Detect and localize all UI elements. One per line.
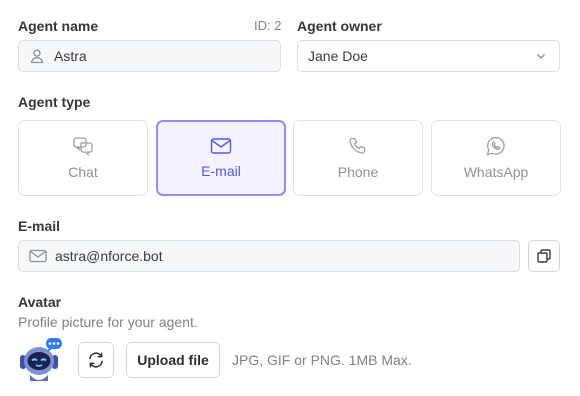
phone-icon [347,136,369,156]
agent-owner-select[interactable]: Jane Doe [297,40,560,72]
agent-owner-value: Jane Doe [308,48,368,64]
agent-type-phone[interactable]: Phone [293,120,423,196]
avatar-description: Profile picture for your agent. [18,314,198,330]
upload-file-button[interactable]: Upload file [126,342,220,378]
copy-icon [536,248,552,264]
agent-type-chat-label: Chat [68,164,98,180]
user-icon [29,48,45,64]
email-label: E-mail [18,218,61,234]
agent-type-email[interactable]: E-mail [156,120,286,196]
email-field[interactable]: astra@nforce.bot [18,240,520,272]
mail-icon [29,249,47,263]
agent-type-whatsapp-label: WhatsApp [463,164,529,180]
agent-type-label: Agent type [18,94,91,110]
copy-email-button[interactable] [528,240,560,272]
chevron-down-icon [535,50,547,62]
avatar-label: Avatar [18,294,62,310]
agent-type-email-label: E-mail [201,163,241,179]
agent-name-label: Agent name [18,18,99,34]
refresh-avatar-button[interactable] [78,342,114,378]
avatar-image [18,336,64,384]
refresh-icon [87,351,105,369]
whatsapp-icon [485,136,507,156]
agent-id-label: ID: 2 [254,18,282,33]
avatar-upload-hint: JPG, GIF or PNG. 1MB Max. [232,352,412,368]
mail-icon [210,137,232,155]
agent-type-chat[interactable]: Chat [18,120,148,196]
agent-owner-label: Agent owner [297,18,382,34]
email-value: astra@nforce.bot [55,248,163,264]
agent-name-value: Astra [54,48,87,64]
agent-type-phone-label: Phone [337,164,379,180]
agent-type-whatsapp[interactable]: WhatsApp [431,120,561,196]
agent-name-input[interactable]: Astra [18,40,281,72]
chat-icon [72,136,94,156]
